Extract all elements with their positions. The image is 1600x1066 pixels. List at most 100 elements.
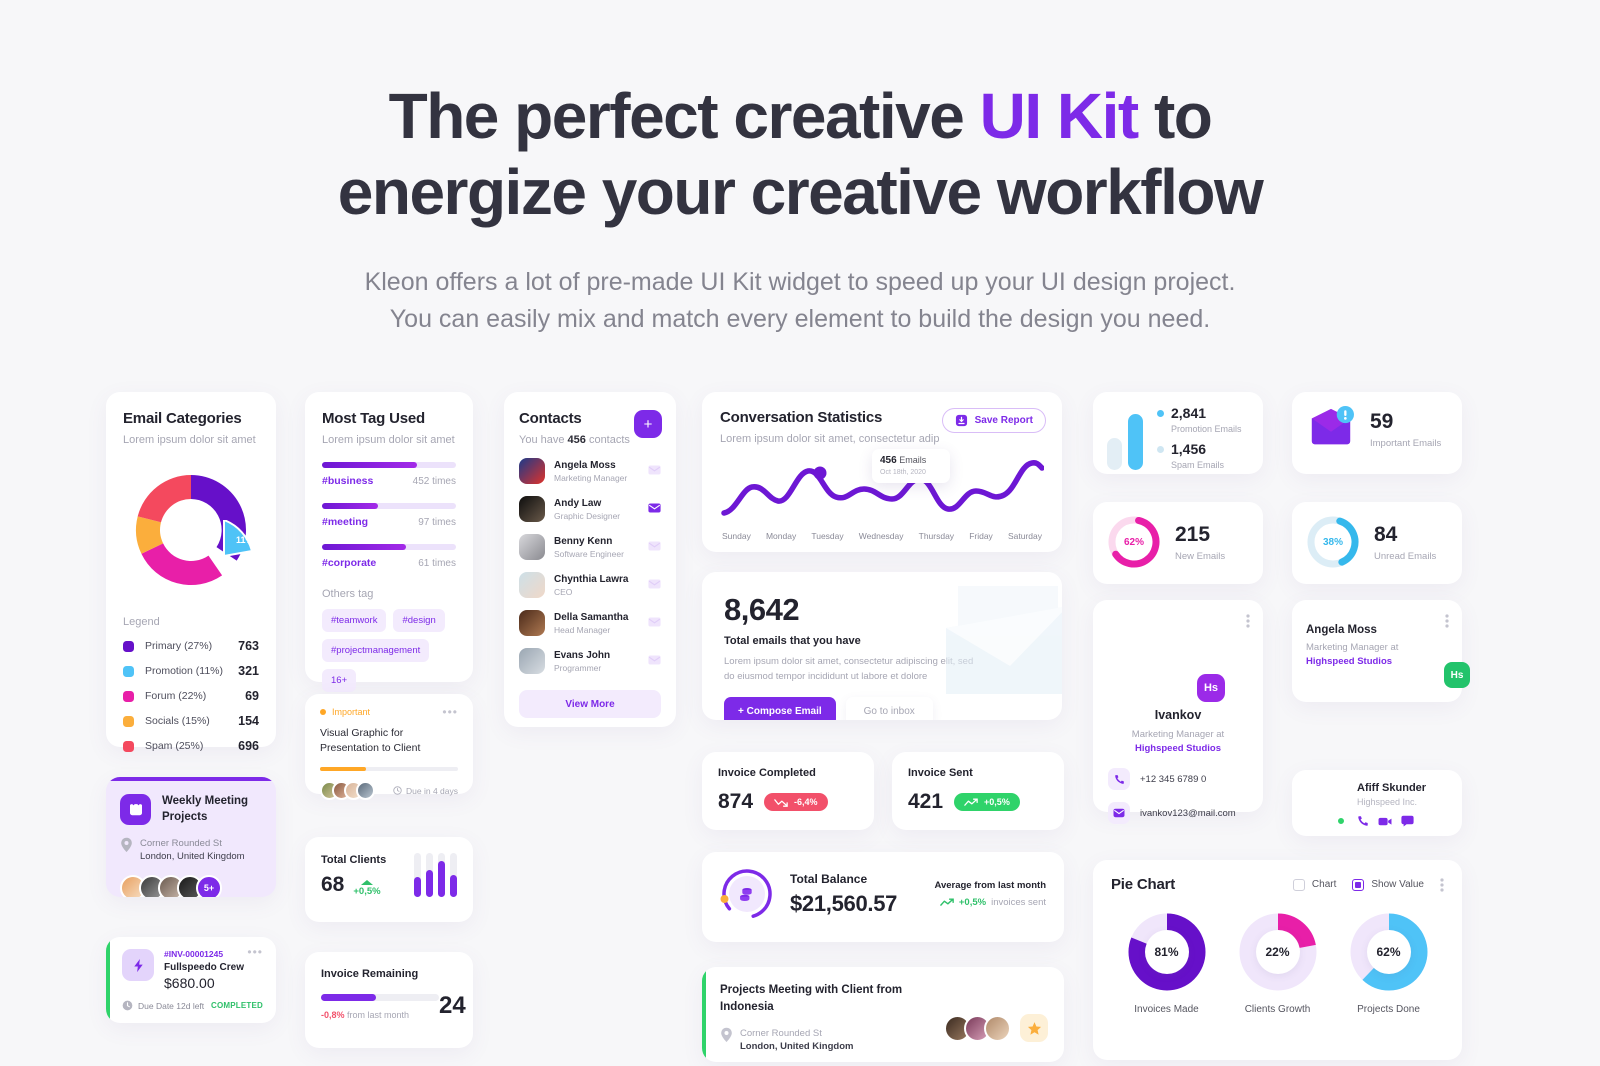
tag-count: 97 times [418, 517, 456, 528]
clock-icon [393, 786, 402, 795]
total-balance-delta-rest: invoices sent [991, 897, 1046, 908]
tooltip-unit: Emails [896, 455, 927, 465]
kebab-menu-icon[interactable]: ••• [442, 706, 458, 718]
total-balance-card: Total Balance $21,560.57 Average from la… [702, 852, 1064, 942]
invoice-progress-fill [321, 994, 377, 1001]
weekly-meeting-title: Weekly Meeting Projects [162, 793, 248, 825]
list-item[interactable]: Evans John Programmer [519, 648, 661, 674]
list-item[interactable]: Benny Kenn Software Engineer [519, 534, 661, 560]
subtitle-line-2: You can easily mix and match every eleme… [389, 305, 1211, 333]
invoice-completed-value: 874 [718, 790, 754, 813]
invoice-sent-value: 421 [908, 790, 944, 813]
legend-label: Primary (27%) [145, 640, 213, 652]
mail-icon[interactable] [648, 652, 661, 670]
avatar-overflow-count[interactable]: 5+ [196, 875, 222, 897]
ivankov-email-row[interactable]: ivankov123@mail.com [1108, 802, 1248, 824]
afiff-action-icons [1357, 814, 1426, 832]
subtitle-line-1: Kleon offers a lot of pre-made UI Kit wi… [364, 268, 1236, 296]
donut-ring: 81% [1128, 913, 1206, 991]
show-value-toggle[interactable]: Show Value [1352, 878, 1424, 891]
compose-email-button[interactable]: + Compose Email [724, 697, 836, 720]
important-label: Important [332, 707, 371, 717]
envelope-decoration-icon [918, 576, 1062, 716]
add-contact-button[interactable]: + [634, 410, 662, 438]
tag-chip[interactable]: #projectmanagement [322, 639, 430, 662]
kebab-menu-icon[interactable] [1440, 877, 1444, 892]
mail-icon[interactable] [648, 614, 661, 632]
weekly-meeting-header: Weekly Meeting Projects [120, 793, 262, 825]
email-categories-title: Email Categories [123, 410, 242, 427]
legend-value: 696 [238, 739, 259, 753]
tag-chip[interactable]: #design [393, 609, 445, 632]
invoice-remaining-value: 24 [439, 992, 466, 1019]
unread-emails-ring: 38% [1306, 515, 1360, 569]
save-report-button[interactable]: Save Report [941, 408, 1046, 433]
unread-emails-row: 38% 84 Unread Emails [1306, 515, 1448, 569]
tag-name[interactable]: #corporate [322, 557, 376, 569]
contact-name: Angela Moss [554, 459, 616, 471]
promotion-spam-card: 2,841 Promotion Emails 1,456 Spam Emails [1093, 392, 1263, 474]
contact-role: Graphic Designer [554, 510, 621, 521]
chart-toggle[interactable]: Chart [1292, 878, 1336, 891]
contact-role: Software Engineer [554, 548, 624, 559]
new-emails-label: New Emails [1175, 550, 1226, 562]
mail-icon[interactable] [648, 538, 661, 556]
avatar [984, 1014, 1011, 1042]
important-emails-label: Important Emails [1370, 438, 1442, 449]
ivankov-phone-row[interactable]: +12 345 6789 0 [1108, 768, 1248, 790]
list-item[interactable]: Angela Moss Marketing Manager [519, 458, 661, 484]
invoice-completed-row: 874 -6,4% [718, 790, 858, 814]
view-more-button[interactable]: View More [519, 690, 661, 718]
coins-icon [729, 876, 765, 912]
list-item[interactable]: Chynthia Lawra CEO [519, 572, 661, 598]
series-color-swatch [1157, 409, 1164, 417]
tag-chip-more[interactable]: 16+ [322, 669, 357, 692]
pie-item-clients-growth: 22% Clients Growth [1239, 913, 1317, 1015]
phone-icon[interactable] [1357, 814, 1369, 832]
save-report-label: Save Report [974, 415, 1033, 426]
status-badge: COMPLETED [210, 1001, 263, 1010]
legend-color-swatch [123, 640, 134, 652]
afiff-profile-card: Afiff Skunder Highspeed Inc. [1292, 770, 1462, 836]
total-balance-delta: +0,5% [958, 897, 987, 908]
mail-icon[interactable] [648, 462, 661, 480]
total-clients-value: 68 [321, 872, 345, 896]
tag-chip[interactable]: #teamwork [322, 609, 387, 632]
chat-bubble-icon[interactable] [1401, 814, 1414, 832]
tag-name[interactable]: #business [322, 475, 373, 487]
avatar [519, 648, 545, 674]
avatar [519, 534, 545, 560]
checkbox-show-value[interactable] [1352, 878, 1365, 891]
task-progress-fill [320, 767, 366, 771]
projects-meeting-location-text: Corner Rounded St London, United Kingdom [740, 1027, 853, 1053]
promotion-label: Promotion Emails [1171, 424, 1242, 434]
location-pin-icon [721, 1027, 732, 1042]
donut-ring: 22% [1239, 913, 1317, 991]
weekly-meeting-card: Weekly Meeting Projects Corner Rounded S… [106, 777, 276, 897]
invoice-sent-row: 421 +0,5% [908, 790, 1048, 814]
star-icon[interactable] [1020, 1014, 1048, 1042]
contact-name: Andy Law [554, 497, 602, 509]
kebab-menu-icon[interactable]: ••• [247, 946, 263, 958]
location-pin-icon [121, 837, 132, 852]
priority-dot-icon [320, 709, 326, 715]
tag-name[interactable]: #meeting [322, 516, 368, 528]
list-item[interactable]: Della Samantha Head Manager [519, 610, 661, 636]
total-balance-meta: Average from last month +0,5% invoices s… [934, 880, 1046, 908]
list-item[interactable]: Andy Law Graphic Designer [519, 496, 661, 522]
invoice-completed-delta: -6,4% [794, 797, 818, 807]
mail-icon[interactable] [648, 576, 661, 594]
kebab-menu-icon[interactable] [1445, 614, 1449, 628]
important-task-title: Visual Graphic for Presentation to Clien… [320, 727, 421, 754]
conversation-line-chart: 456 Emails Oct 18th, 2020 [720, 449, 1045, 526]
mail-icon-active[interactable] [648, 500, 661, 518]
bar-fill [450, 875, 457, 897]
pie-item-label: Projects Done [1357, 1004, 1420, 1015]
kebab-menu-icon[interactable] [1246, 614, 1250, 628]
video-camera-icon[interactable] [1378, 814, 1392, 832]
total-clients-title: Total Clients [321, 853, 387, 866]
contact-role: Programmer [554, 662, 602, 673]
ivankov-org: Highspeed Studios [1134, 743, 1222, 754]
promotion-callout: 11% [222, 520, 272, 566]
checkbox-chart[interactable] [1292, 878, 1305, 891]
